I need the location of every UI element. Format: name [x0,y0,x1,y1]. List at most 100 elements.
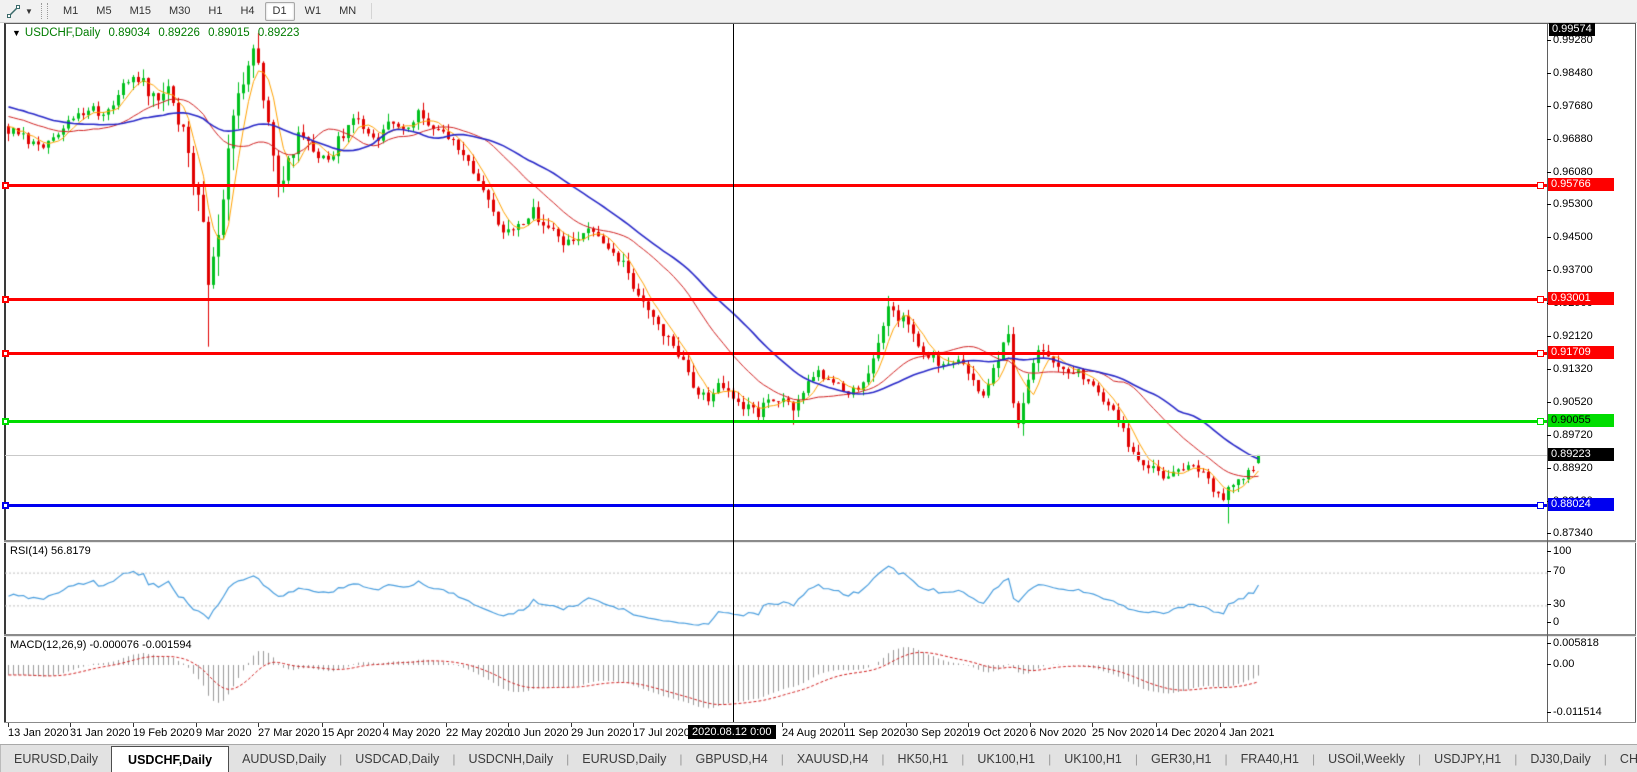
ohlc-low: 0.89015 [208,27,250,39]
date-tick-label: 29 Jun 2020 [571,727,632,739]
date-tick-label: 22 May 2020 [446,727,510,739]
horizontal-line-0.93001[interactable] [5,298,1547,301]
line-endpoint-marker[interactable] [2,296,9,303]
ohlc-close: 0.89223 [258,27,300,39]
chart-tab-usdcad-daily[interactable]: USDCAD,Daily [342,745,452,772]
chart-tab-uk100-h1[interactable]: UK100,H1 [1051,745,1135,772]
macd-values: -0.000076 -0.001594 [89,639,191,651]
rsi-axis-label: 0 [1553,616,1559,628]
date-tick-label: 19 Oct 2020 [968,727,1028,739]
timeframe-button-mn[interactable]: MN [331,2,364,21]
chart-tab-xauusd-h4[interactable]: XAUUSD,H4 [784,745,882,772]
chart-tab-usdjpy-h1[interactable]: USDJPY,H1 [1421,745,1514,772]
line-endpoint-marker[interactable] [1537,350,1544,357]
macd-panel-canvas[interactable] [5,636,1547,722]
macd-axis-label: 0.00 [1553,658,1574,670]
rsi-name: RSI(14) [10,545,48,557]
timeframe-button-h1[interactable]: H1 [200,2,230,21]
rsi-axis-label: 100 [1553,545,1571,557]
chart-symbol-label: USDCHF,Daily [25,27,100,39]
timeframe-button-h4[interactable]: H4 [232,2,262,21]
date-tick-label: 24 Aug 2020 [782,727,844,739]
horizontal-line-0.91709[interactable] [5,352,1547,355]
date-tick-label: 27 Mar 2020 [258,727,320,739]
price-tick-label: 0.90520 [1553,396,1593,408]
chart-tab-ger30-h1[interactable]: GER30,H1 [1138,745,1224,772]
line-endpoint-marker[interactable] [1537,182,1544,189]
chart-tab-fra40-h1[interactable]: FRA40,H1 [1228,745,1312,772]
date-tick-label: 10 Jun 2020 [508,727,569,739]
chart-tab-eurusd-daily[interactable]: EURUSD,Daily [1,745,111,772]
line-endpoint-marker[interactable] [2,182,9,189]
date-tick-label: 25 Nov 2020 [1092,727,1154,739]
current-price-line [5,455,1547,456]
chart-tab-bar: EURUSD,DailyUSDCHF,DailyAUDUSD,Daily|USD… [0,744,1637,772]
line-price-label: 0.88024 [1548,498,1614,511]
date-tick-label: 31 Jan 2020 [70,727,131,739]
price-axis-border [1547,23,1548,722]
rsi-axis-label: 70 [1553,565,1565,577]
line-price-label: 0.95766 [1548,178,1614,191]
chart-tab-dj30-daily[interactable]: DJ30,Daily [1517,745,1603,772]
rsi-label: RSI(14) 56.8179 [10,545,91,557]
macd-label: MACD(12,26,9) -0.000076 -0.001594 [10,639,192,651]
line-endpoint-marker[interactable] [2,350,9,357]
line-endpoint-marker[interactable] [1537,502,1544,509]
price-tick-label: 0.89720 [1553,429,1593,441]
macd-axis-label: 0.005818 [1553,637,1599,649]
chart-tab-uk100-h1[interactable]: UK100,H1 [964,745,1048,772]
timeframe-button-w1[interactable]: W1 [297,2,330,21]
chart-tab-usdchf-daily[interactable]: USDCHF,Daily [111,746,229,772]
date-tick-label: 4 Jan 2021 [1220,727,1274,739]
rsi-panel-canvas[interactable] [5,542,1547,634]
crosshair-vertical-line[interactable] [733,24,734,722]
line-endpoint-marker[interactable] [1537,296,1544,303]
toolbar-divider [371,3,372,19]
date-tick-label: 9 Mar 2020 [196,727,252,739]
date-tick-label: 11 Sep 2020 [844,727,906,739]
line-endpoint-marker[interactable] [2,418,9,425]
horizontal-line-0.90055[interactable] [5,420,1547,423]
timeframe-toolbar: ▼ M1M5M15M30H1H4D1W1MN [0,0,1637,23]
price-tick-label: 0.93700 [1553,264,1593,276]
chart-tab-gbpusd-h4[interactable]: GBPUSD,H4 [682,745,780,772]
price-tick-label: 0.97680 [1553,100,1593,112]
line-endpoint-marker[interactable] [2,502,9,509]
timeframe-button-m5[interactable]: M5 [88,2,119,21]
line-endpoint-marker[interactable] [1537,418,1544,425]
timeframe-button-m15[interactable]: M15 [122,2,159,21]
horizontal-line-0.95766[interactable] [5,184,1547,187]
crosshair-date-label: 2020.08.12 0:00 [688,725,776,739]
date-tick-label: 14 Dec 2020 [1156,727,1218,739]
chart-tab-audusd-daily[interactable]: AUDUSD,Daily [229,745,339,772]
price-tick-label: 0.96880 [1553,133,1593,145]
date-axis[interactable]: 13 Jan 202031 Jan 202019 Feb 20209 Mar 2… [4,723,1636,742]
crosshair-price-label: 0.99574 [1549,23,1595,36]
chevron-down-icon[interactable]: ▼ [23,7,35,16]
date-tick-label: 13 Jan 2020 [8,727,69,739]
trendline-tool-icon[interactable] [3,2,23,20]
chart-title-dropdown-icon[interactable]: ▼ [12,28,21,38]
price-tick-label: 0.87340 [1553,527,1593,539]
rsi-value: 56.8179 [51,545,91,557]
timeframe-button-d1[interactable]: D1 [265,2,295,21]
timeframe-button-m30[interactable]: M30 [161,2,198,21]
toolbar-grip[interactable] [41,3,48,19]
chart-tab-hk50-h1[interactable]: HK50,H1 [885,745,962,772]
chart-tab-eurusd-daily[interactable]: EURUSD,Daily [569,745,679,772]
trading-platform-window: ▼ M1M5M15M30H1H4D1W1MN ▼ USDCHF,Daily 0.8… [0,0,1637,771]
chart-tab-china300-h1[interactable]: CHINA300,H1 [1607,745,1637,772]
chart-tab-usoil-weekly[interactable]: USOil,Weekly [1315,745,1418,772]
horizontal-line-0.88024[interactable] [5,504,1547,507]
rsi-macd-splitter[interactable] [4,634,1636,637]
timeframe-button-m1[interactable]: M1 [55,2,86,21]
date-tick-label: 19 Feb 2020 [133,727,195,739]
main-chart-canvas[interactable] [5,24,1547,540]
price-tick-label: 0.94500 [1553,231,1593,243]
chart-tab-usdcnh-daily[interactable]: USDCNH,Daily [455,745,566,772]
date-tick-label: 4 May 2020 [383,727,440,739]
main-rsi-splitter[interactable] [4,540,1636,543]
date-tick-label: 15 Apr 2020 [322,727,381,739]
line-price-label: 0.93001 [1548,292,1614,305]
line-price-label: 0.90055 [1548,414,1614,427]
